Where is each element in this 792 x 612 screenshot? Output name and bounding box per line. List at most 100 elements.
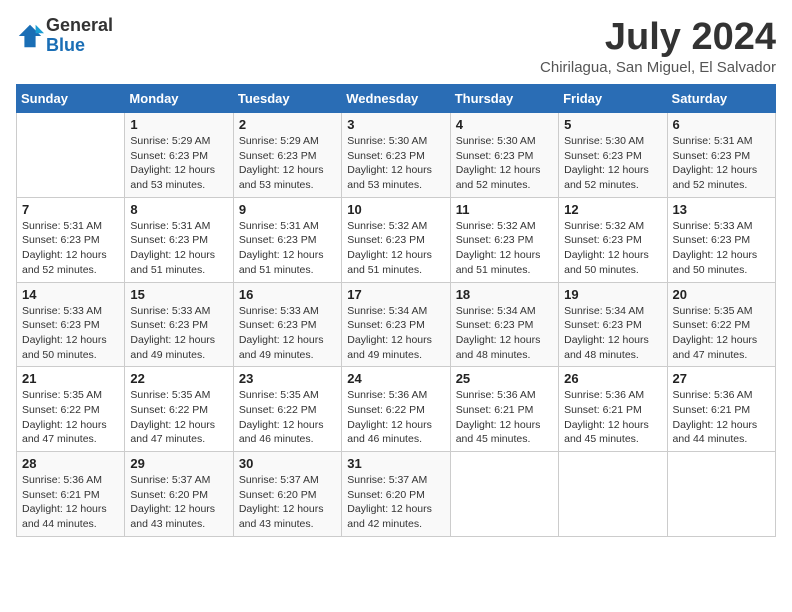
day-number: 18 (456, 287, 553, 302)
info-line: and 47 minutes. (130, 432, 227, 447)
day-number: 29 (130, 456, 227, 471)
day-number: 2 (239, 117, 336, 132)
info-line: Sunrise: 5:30 AM (564, 134, 661, 149)
info-line: Sunset: 6:23 PM (347, 149, 444, 164)
info-line: and 50 minutes. (564, 263, 661, 278)
info-line: Daylight: 12 hours (239, 333, 336, 348)
header-friday: Friday (559, 85, 667, 113)
info-line: and 44 minutes. (22, 517, 119, 532)
info-line: Daylight: 12 hours (456, 163, 553, 178)
info-line: Sunrise: 5:36 AM (564, 388, 661, 403)
header-monday: Monday (125, 85, 233, 113)
info-line: Daylight: 12 hours (239, 502, 336, 517)
logo-blue: Blue (46, 36, 113, 56)
calendar-cell (667, 452, 775, 537)
calendar-cell: 17Sunrise: 5:34 AMSunset: 6:23 PMDayligh… (342, 282, 450, 367)
info-line: Sunset: 6:23 PM (456, 233, 553, 248)
info-line: Sunrise: 5:31 AM (22, 219, 119, 234)
info-line: Sunset: 6:23 PM (239, 318, 336, 333)
info-line: Sunset: 6:23 PM (456, 318, 553, 333)
info-line: and 44 minutes. (673, 432, 770, 447)
info-line: Sunset: 6:23 PM (130, 149, 227, 164)
info-line: Daylight: 12 hours (456, 248, 553, 263)
day-info: Sunrise: 5:36 AMSunset: 6:21 PMDaylight:… (673, 388, 770, 447)
info-line: and 49 minutes. (130, 348, 227, 363)
calendar-cell: 26Sunrise: 5:36 AMSunset: 6:21 PMDayligh… (559, 367, 667, 452)
info-line: Daylight: 12 hours (130, 418, 227, 433)
week-row-5: 28Sunrise: 5:36 AMSunset: 6:21 PMDayligh… (17, 452, 776, 537)
info-line: Sunrise: 5:34 AM (347, 304, 444, 319)
info-line: Sunset: 6:23 PM (22, 318, 119, 333)
calendar-cell: 28Sunrise: 5:36 AMSunset: 6:21 PMDayligh… (17, 452, 125, 537)
info-line: Daylight: 12 hours (564, 418, 661, 433)
info-line: Sunset: 6:23 PM (673, 233, 770, 248)
calendar-cell: 7Sunrise: 5:31 AMSunset: 6:23 PMDaylight… (17, 197, 125, 282)
day-number: 10 (347, 202, 444, 217)
day-number: 9 (239, 202, 336, 217)
info-line: Daylight: 12 hours (239, 163, 336, 178)
calendar-cell: 12Sunrise: 5:32 AMSunset: 6:23 PMDayligh… (559, 197, 667, 282)
info-line: Daylight: 12 hours (564, 163, 661, 178)
day-info: Sunrise: 5:35 AMSunset: 6:22 PMDaylight:… (130, 388, 227, 447)
info-line: Sunrise: 5:37 AM (347, 473, 444, 488)
info-line: Sunset: 6:23 PM (130, 233, 227, 248)
info-line: Sunrise: 5:33 AM (239, 304, 336, 319)
day-number: 30 (239, 456, 336, 471)
day-info: Sunrise: 5:37 AMSunset: 6:20 PMDaylight:… (239, 473, 336, 532)
calendar-cell (559, 452, 667, 537)
logo: General Blue (16, 16, 113, 56)
calendar-cell: 30 Sunrise: 5:37 AMSunset: 6:20 PMDayligh… (233, 452, 341, 537)
info-line: Sunset: 6:23 PM (22, 233, 119, 248)
info-line: Daylight: 12 hours (564, 248, 661, 263)
week-row-3: 14Sunrise: 5:33 AMSunset: 6:23 PMDayligh… (17, 282, 776, 367)
day-info: Sunrise: 5:36 AMSunset: 6:21 PMDaylight:… (564, 388, 661, 447)
day-info: Sunrise: 5:33 AMSunset: 6:23 PMDaylight:… (673, 219, 770, 278)
day-info: Sunrise: 5:31 AMSunset: 6:23 PMDaylight:… (239, 219, 336, 278)
info-line: Sunset: 6:22 PM (347, 403, 444, 418)
info-line: and 46 minutes. (347, 432, 444, 447)
day-info: Sunrise: 5:37 AMSunset: 6:20 PMDaylight:… (130, 473, 227, 532)
header-row: Sunday Monday Tuesday Wednesday Thursday… (17, 85, 776, 113)
info-line: Daylight: 12 hours (347, 163, 444, 178)
day-info: Sunrise: 5:32 AMSunset: 6:23 PMDaylight:… (456, 219, 553, 278)
calendar-cell: 11 Sunrise: 5:32 AMSunset: 6:23 PMDayligh… (450, 197, 558, 282)
info-line: Sunset: 6:21 PM (673, 403, 770, 418)
info-line: Sunset: 6:21 PM (22, 488, 119, 503)
day-info: Sunrise: 5:34 AMSunset: 6:23 PMDaylight:… (347, 304, 444, 363)
info-line: Sunrise: 5:31 AM (239, 219, 336, 234)
info-line: and 49 minutes. (239, 348, 336, 363)
page-header: General Blue July 2024 Chirilagua, San M… (16, 16, 776, 76)
info-line: Daylight: 12 hours (239, 418, 336, 433)
week-row-2: 7Sunrise: 5:31 AMSunset: 6:23 PMDaylight… (17, 197, 776, 282)
day-number: 12 (564, 202, 661, 217)
calendar-cell: 23 Sunrise: 5:35 AMSunset: 6:22 PMDayligh… (233, 367, 341, 452)
info-line: and 45 minutes. (456, 432, 553, 447)
day-number: 11 (456, 202, 553, 217)
info-line: Daylight: 12 hours (347, 418, 444, 433)
info-line: Daylight: 12 hours (22, 248, 119, 263)
header-sunday: Sunday (17, 85, 125, 113)
header-tuesday: Tuesday (233, 85, 341, 113)
week-row-4: 21Sunrise: 5:35 AMSunset: 6:22 PMDayligh… (17, 367, 776, 452)
day-info: Sunrise: 5:31 AMSunset: 6:23 PMDaylight:… (22, 219, 119, 278)
title-section: July 2024 Chirilagua, San Miguel, El Sal… (540, 16, 776, 76)
day-info: Sunrise: 5:35 AMSunset: 6:22 PMDaylight:… (239, 388, 336, 447)
day-info: Sunrise: 5:31 AMSunset: 6:23 PMDaylight:… (673, 134, 770, 193)
calendar-cell: 13Sunrise: 5:33 AMSunset: 6:23 PMDayligh… (667, 197, 775, 282)
info-line: Daylight: 12 hours (130, 163, 227, 178)
day-number: 31 (347, 456, 444, 471)
info-line: Sunrise: 5:33 AM (22, 304, 119, 319)
info-line: Sunset: 6:21 PM (456, 403, 553, 418)
info-line: Sunrise: 5:36 AM (456, 388, 553, 403)
calendar-cell: 4Sunrise: 5:30 AMSunset: 6:23 PMDaylight… (450, 113, 558, 198)
info-line: Sunrise: 5:35 AM (239, 388, 336, 403)
day-info: Sunrise: 5:30 AMSunset: 6:23 PMDaylight:… (347, 134, 444, 193)
info-line: and 52 minutes. (564, 178, 661, 193)
logo-text: General Blue (46, 16, 113, 56)
main-title: July 2024 (540, 16, 776, 59)
info-line: and 43 minutes. (239, 517, 336, 532)
day-number: 3 (347, 117, 444, 132)
info-line: Daylight: 12 hours (22, 502, 119, 517)
info-line: Sunset: 6:23 PM (239, 149, 336, 164)
day-number: 23 (239, 371, 336, 386)
